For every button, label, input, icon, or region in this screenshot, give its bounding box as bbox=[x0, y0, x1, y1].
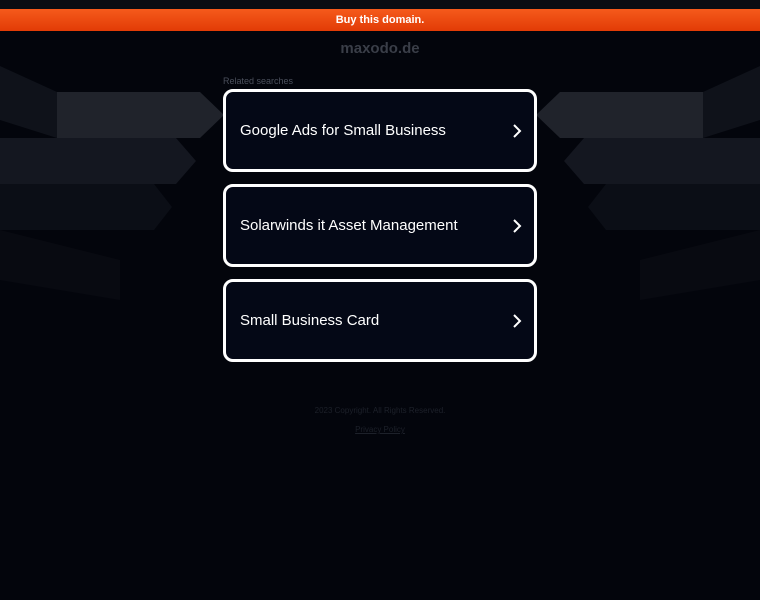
related-search-item[interactable]: Small Business Card bbox=[223, 279, 537, 362]
footer: 2023 Copyright. All Rights Reserved. Pri… bbox=[0, 406, 760, 434]
related-searches-label: Related searches bbox=[223, 76, 294, 86]
parked-domain-page: Buy this domain. maxodo.de Related searc… bbox=[0, 0, 760, 600]
related-search-label: Small Business Card bbox=[240, 312, 380, 329]
copyright-text: 2023 Copyright. All Rights Reserved. bbox=[314, 406, 446, 415]
chevron-right-icon bbox=[510, 123, 524, 138]
related-search-item[interactable]: Solarwinds it Asset Management bbox=[223, 184, 537, 267]
buy-domain-banner[interactable]: Buy this domain. bbox=[0, 9, 760, 31]
chevron-right-icon bbox=[510, 218, 524, 233]
chevron-right-icon bbox=[510, 313, 524, 328]
domain-title: maxodo.de bbox=[340, 40, 420, 57]
related-searches-list: Google Ads for Small Business Solarwinds… bbox=[223, 89, 537, 374]
related-search-label: Solarwinds it Asset Management bbox=[240, 217, 458, 234]
top-strip bbox=[0, 0, 760, 9]
related-search-item[interactable]: Google Ads for Small Business bbox=[223, 89, 537, 172]
related-search-label: Google Ads for Small Business bbox=[240, 122, 446, 139]
privacy-policy-link[interactable]: Privacy Policy bbox=[355, 425, 405, 434]
